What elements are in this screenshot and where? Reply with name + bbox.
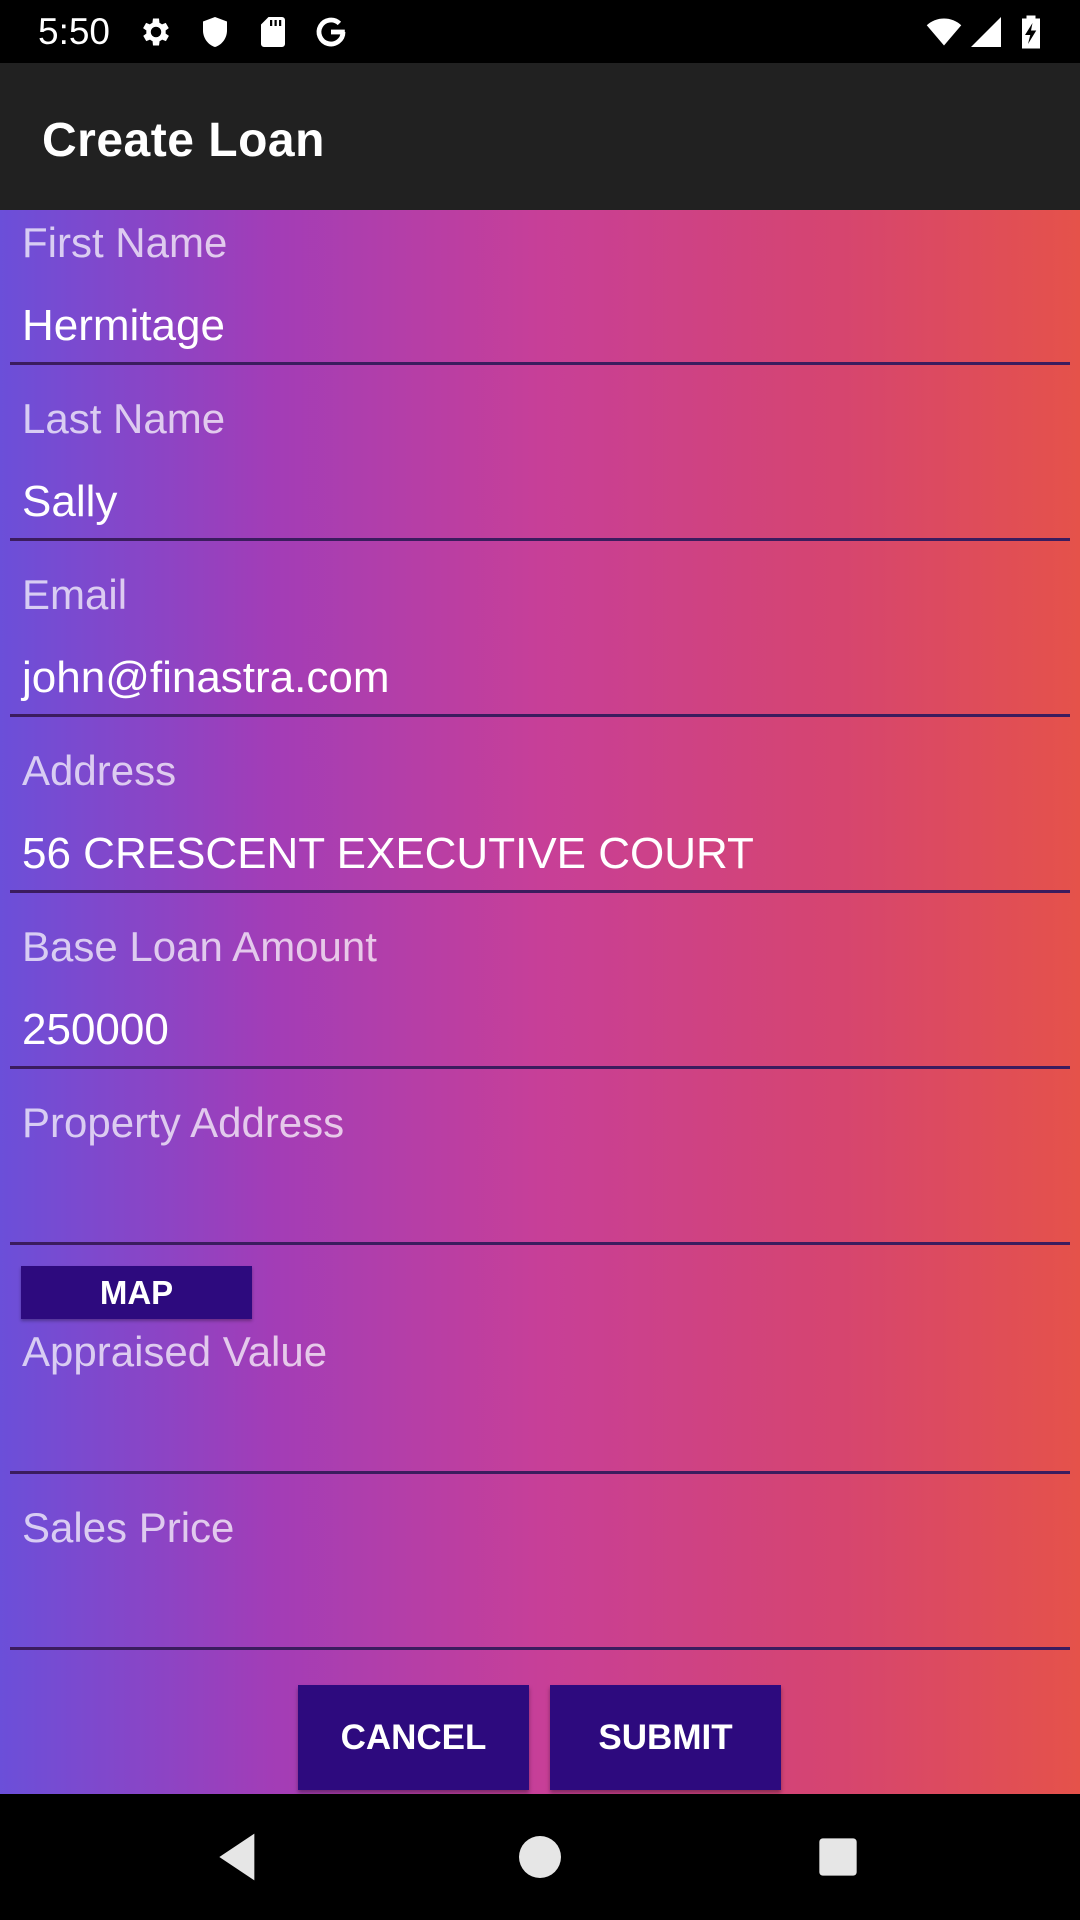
navigation-bar xyxy=(0,1794,1080,1920)
last-name-label: Last Name xyxy=(22,395,226,442)
cancel-button[interactable]: CANCEL xyxy=(298,1685,529,1790)
page-title: Create Loan xyxy=(42,114,325,167)
email-underline xyxy=(10,714,1070,717)
address-underline xyxy=(10,890,1070,893)
email-label: Email xyxy=(22,571,128,618)
sales-price-field[interactable] xyxy=(22,1585,1062,1637)
first-name-underline xyxy=(10,362,1070,365)
appraised-value-label: Appraised Value xyxy=(22,1328,328,1375)
home-icon[interactable] xyxy=(512,1829,568,1885)
appraised-value-underline xyxy=(10,1471,1070,1474)
property-address-underline xyxy=(10,1242,1070,1245)
battery-charging-icon xyxy=(1016,14,1046,50)
last-name-underline xyxy=(10,538,1070,541)
map-button[interactable]: MAP xyxy=(21,1266,252,1319)
status-time: 5:50 xyxy=(38,11,111,52)
loan-form: First Name Hermitage Last Name Sally Ema… xyxy=(0,210,1080,1794)
app-bar: Create Loan xyxy=(0,63,1080,210)
sales-price-underline xyxy=(10,1647,1070,1650)
gear-icon xyxy=(138,14,174,50)
status-bar: 5:50 xyxy=(0,0,1080,63)
address-label: Address xyxy=(22,747,177,794)
first-name-label: First Name xyxy=(22,219,228,266)
email-field[interactable]: john@finastra.com xyxy=(22,652,390,704)
sd-card-icon xyxy=(255,14,291,50)
wifi-icon xyxy=(922,14,966,50)
signal-icon xyxy=(968,14,1004,50)
sales-price-label: Sales Price xyxy=(22,1504,235,1551)
google-icon xyxy=(313,14,349,50)
back-icon[interactable] xyxy=(210,1829,266,1885)
recents-icon[interactable] xyxy=(810,1829,866,1885)
shield-icon xyxy=(197,14,233,50)
base-loan-amount-field[interactable]: 250000 xyxy=(22,1004,169,1056)
property-address-label: Property Address xyxy=(22,1099,345,1146)
last-name-field[interactable]: Sally xyxy=(22,476,117,528)
first-name-field[interactable]: Hermitage xyxy=(22,300,225,352)
property-address-field[interactable] xyxy=(22,1180,1062,1232)
address-field[interactable]: 56 CRESCENT EXECUTIVE COURT xyxy=(22,828,754,880)
submit-button[interactable]: SUBMIT xyxy=(550,1685,781,1790)
appraised-value-field[interactable] xyxy=(22,1409,1062,1461)
base-loan-amount-underline xyxy=(10,1066,1070,1069)
base-loan-amount-label: Base Loan Amount xyxy=(22,923,377,970)
